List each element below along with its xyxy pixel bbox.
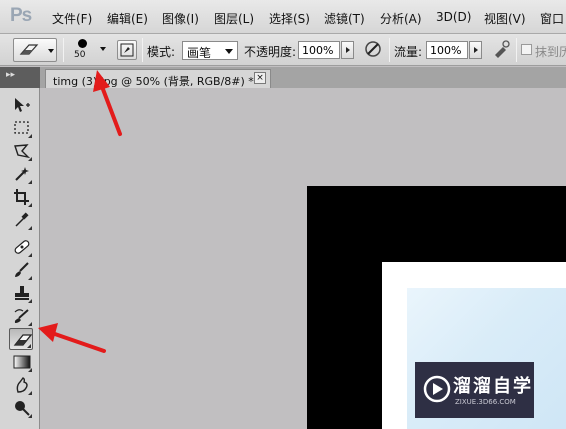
menu-bar: Ps 文件(F) 编辑(E) 图像(I) 图层(L) 选择(S) 滤镜(T) 分… (0, 0, 566, 34)
submenu-triangle-icon (28, 322, 32, 326)
submenu-triangle-icon (28, 180, 32, 184)
mode-select-value: 画笔 (187, 46, 212, 60)
photoshop-logo: Ps (10, 5, 32, 26)
history-brush-tool[interactable] (9, 305, 33, 327)
pen-pressure-icon (365, 41, 381, 57)
brush-preset-picker[interactable]: 50 (70, 36, 110, 64)
submenu-triangle-icon (28, 157, 32, 161)
flow-slider-button[interactable] (469, 41, 482, 59)
divider (142, 38, 143, 62)
menu-filter[interactable]: 滤镜(T) (324, 10, 365, 27)
menu-analysis[interactable]: 分析(A) (380, 10, 422, 27)
submenu-triangle-icon (28, 391, 32, 395)
eraser-icon (19, 44, 39, 55)
menu-3d[interactable]: 3D(D) (436, 10, 471, 24)
eraser-tool[interactable] (9, 328, 33, 350)
toolbox (0, 88, 40, 429)
move-icon (15, 98, 30, 112)
airbrush-button[interactable] (491, 39, 513, 61)
airbrush-icon (495, 40, 510, 58)
submenu-triangle-icon (28, 226, 32, 230)
brush-size-value: 50 (74, 50, 86, 60)
opacity-label: 不透明度: (244, 45, 297, 59)
menu-window[interactable]: 窗口 (540, 10, 564, 27)
menu-view[interactable]: 视图(V) (484, 10, 526, 27)
brush-panel-toggle-button[interactable] (117, 40, 137, 60)
opacity-slider-button[interactable] (341, 41, 354, 59)
tool-preset-picker[interactable] (13, 38, 57, 62)
toolbox-collapse-button[interactable]: ▸▸ (0, 67, 40, 88)
flow-input[interactable] (426, 41, 468, 59)
gradient-tool[interactable] (9, 351, 33, 373)
chevron-down-icon (48, 49, 54, 53)
submenu-triangle-icon (28, 203, 32, 207)
close-icon[interactable]: × (254, 72, 266, 84)
erase-to-history-checkbox[interactable] (521, 44, 532, 55)
submenu-triangle-icon (28, 134, 32, 138)
clone-stamp-tool[interactable] (9, 282, 33, 304)
menu-select[interactable]: 选择(S) (269, 10, 310, 27)
mode-label: 模式: (147, 45, 176, 59)
brush-panel-icon (120, 43, 134, 57)
play-logo-icon (423, 375, 451, 403)
submenu-triangle-icon (28, 253, 32, 257)
erase-to-history-label: 抹到历 (535, 45, 566, 59)
menu-image[interactable]: 图像(I) (162, 10, 199, 27)
chevron-down-icon (225, 49, 233, 54)
tablet-pressure-opacity-button[interactable] (363, 39, 385, 61)
menu-edit[interactable]: 编辑(E) (107, 10, 148, 27)
blur-tool[interactable] (9, 374, 33, 396)
divider (63, 38, 64, 62)
watermark-title: 溜溜自学 (453, 376, 533, 397)
brush-tip-icon (78, 39, 87, 48)
watermark-subtitle: ZIXUE.3D66.COM (455, 398, 516, 406)
submenu-triangle-icon (28, 276, 32, 280)
document-tab[interactable]: timg (3).jpg @ 50% (背景, RGB/8#) * (45, 69, 271, 88)
submenu-triangle-icon (27, 344, 31, 348)
document-tab-title: timg (3).jpg @ 50% (背景, RGB/8#) * (53, 75, 254, 88)
brush-tool[interactable] (9, 259, 33, 281)
lasso-tool[interactable] (9, 140, 33, 162)
dodge-tool[interactable] (9, 397, 33, 419)
eyedropper-tool[interactable] (9, 209, 33, 231)
submenu-triangle-icon (28, 414, 32, 418)
chevron-down-icon (100, 47, 106, 51)
submenu-triangle-icon (28, 368, 32, 372)
flow-label: 流量: (394, 45, 423, 59)
menu-layer[interactable]: 图层(L) (214, 10, 254, 27)
healing-brush-tool[interactable] (9, 236, 33, 258)
mode-select[interactable]: 画笔 (182, 41, 238, 60)
move-tool[interactable] (9, 94, 33, 116)
divider (389, 38, 390, 62)
menu-file[interactable]: 文件(F) (52, 10, 92, 27)
quick-selection-tool[interactable] (9, 163, 33, 185)
opacity-input[interactable] (298, 41, 340, 59)
options-bar: 50 模式: 画笔 不透明度: 流量: 抹到历 (0, 34, 566, 66)
crop-tool[interactable] (9, 186, 33, 208)
divider (516, 38, 517, 62)
submenu-triangle-icon (28, 299, 32, 303)
marquee-tool[interactable] (9, 117, 33, 139)
